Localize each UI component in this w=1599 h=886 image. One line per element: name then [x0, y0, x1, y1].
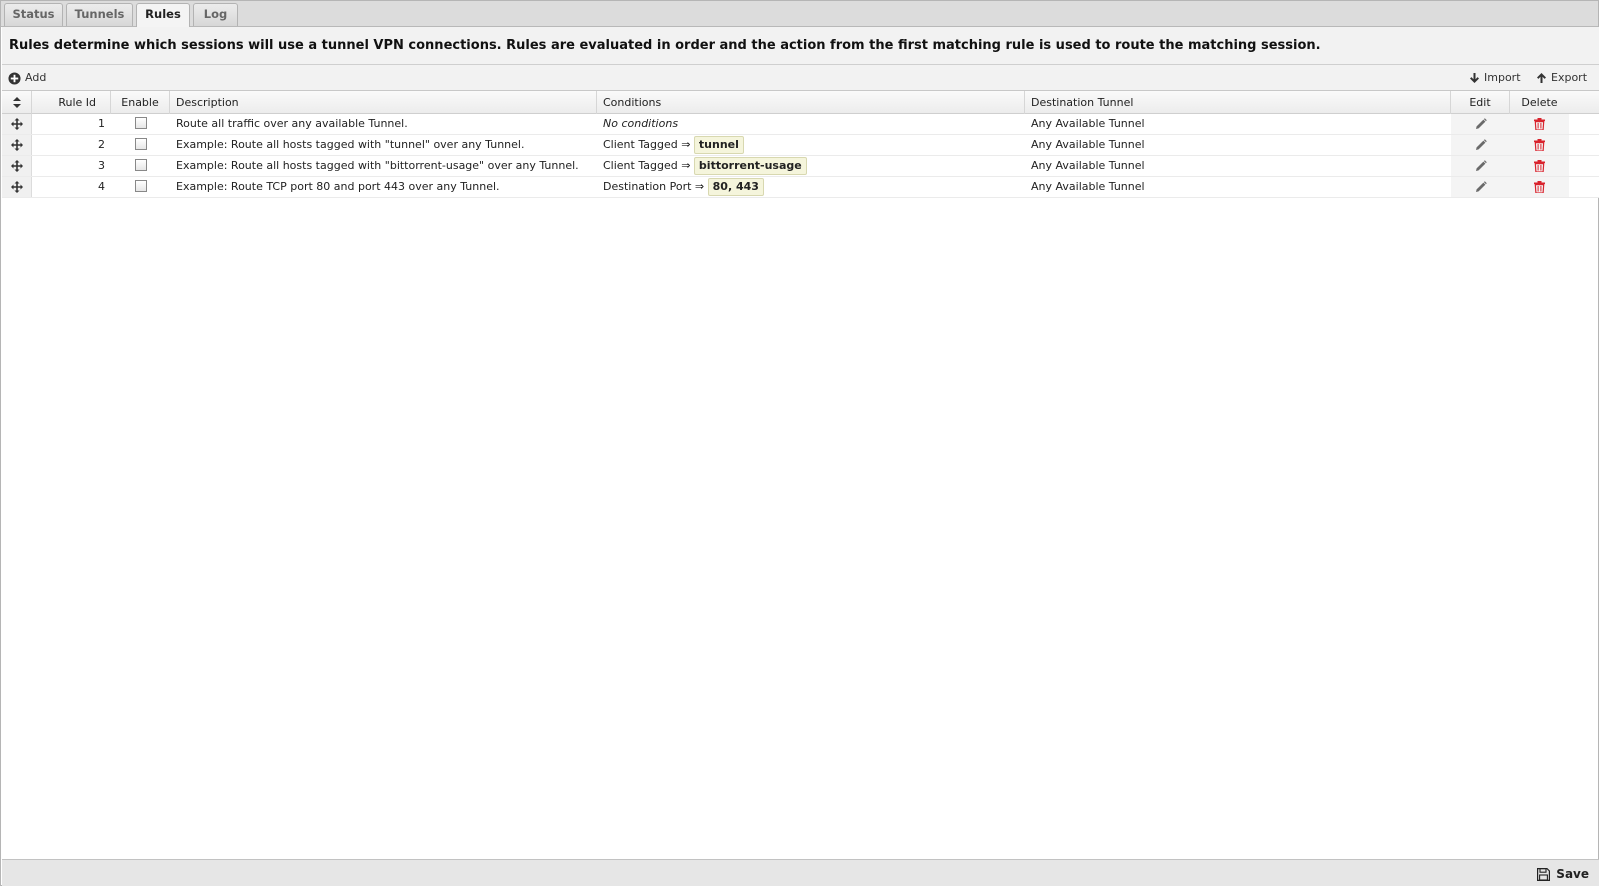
enable-checkbox-cell: [111, 156, 170, 176]
condition-value: tunnel: [693, 136, 744, 154]
rule-description: Example: Route all hosts tagged with "bi…: [176, 159, 579, 172]
footer-bar: Save: [2, 859, 1599, 886]
delete-cell: [1510, 156, 1569, 176]
rule-description: Example: Route all hosts tagged with "tu…: [176, 138, 525, 151]
tab-log[interactable]: Log: [193, 3, 238, 26]
drag-handle[interactable]: [2, 114, 32, 134]
move-icon: [10, 181, 23, 193]
rules-description: Rules determine which sessions will use …: [2, 27, 1599, 65]
enable-checkbox[interactable]: [134, 117, 147, 129]
tab-bar: Status Tunnels Rules Log: [1, 1, 1598, 27]
edit-cell: [1451, 177, 1510, 197]
grid-header: Rule Id Enable Description Conditions De…: [2, 91, 1599, 114]
trash-icon: [1534, 139, 1545, 152]
save-button[interactable]: Save: [1537, 864, 1589, 884]
app-window: Status Tunnels Rules Log Rules determine…: [0, 0, 1599, 886]
edit-cell: [1451, 114, 1510, 134]
enable-checkbox[interactable]: [134, 138, 147, 150]
plus-circle-icon: [8, 71, 21, 85]
edit-cell: [1451, 135, 1510, 155]
table-row: 3 Example: Route all hosts tagged with "…: [2, 156, 1599, 177]
enable-checkbox-cell: [111, 177, 170, 197]
drag-handle[interactable]: [2, 177, 32, 197]
rule-id: 1: [98, 117, 105, 130]
rule-conditions: Client Tagged ⇒ tunnel: [597, 135, 1025, 155]
condition-label: Destination Port ⇒: [603, 180, 705, 193]
column-header-edit: Edit: [1451, 91, 1510, 114]
rule-description: Route all traffic over any available Tun…: [176, 117, 408, 130]
rule-id: 3: [98, 159, 105, 172]
edit-button[interactable]: [1475, 156, 1487, 176]
rule-destination: Any Available Tunnel: [1031, 138, 1145, 151]
column-header-enable[interactable]: Enable: [111, 91, 170, 114]
import-label: Import: [1484, 71, 1521, 84]
rule-destination: Any Available Tunnel: [1031, 117, 1145, 130]
column-header-description[interactable]: Description: [170, 91, 597, 114]
pencil-icon: [1475, 160, 1487, 171]
delete-button[interactable]: [1534, 135, 1545, 155]
import-button[interactable]: Import: [1469, 69, 1521, 87]
pencil-icon: [1475, 181, 1487, 192]
grid-toolbar: Add Import Export: [2, 65, 1599, 91]
edit-button[interactable]: [1475, 177, 1487, 197]
enable-checkbox[interactable]: [134, 159, 147, 171]
panel-frame: Status Tunnels Rules Log Rules determine…: [0, 0, 1599, 886]
column-header-conditions[interactable]: Conditions: [597, 91, 1025, 114]
tab-tunnels[interactable]: Tunnels: [66, 3, 133, 26]
enable-checkbox-cell: [111, 135, 170, 155]
table-row: 4 Example: Route TCP port 80 and port 44…: [2, 177, 1599, 198]
tab-rules[interactable]: Rules: [136, 3, 190, 27]
trash-icon: [1534, 181, 1545, 194]
rule-conditions: Destination Port ⇒ 80, 443: [597, 177, 1025, 197]
tab-status[interactable]: Status: [4, 3, 63, 26]
rule-id: 2: [98, 138, 105, 151]
move-icon: [10, 139, 23, 151]
add-label: Add: [25, 71, 47, 84]
column-header-rule-id[interactable]: Rule Id: [32, 91, 111, 114]
delete-cell: [1510, 135, 1569, 155]
rule-conditions: No conditions: [597, 114, 1025, 134]
edit-button[interactable]: [1475, 135, 1487, 155]
rule-destination: Any Available Tunnel: [1031, 159, 1145, 172]
move-icon: [10, 118, 23, 130]
export-label: Export: [1551, 71, 1588, 84]
delete-button[interactable]: [1534, 114, 1545, 134]
floppy-disk-icon: [1537, 867, 1551, 881]
delete-button[interactable]: [1534, 177, 1545, 197]
pencil-icon: [1475, 139, 1487, 150]
condition-label: No conditions: [603, 117, 679, 130]
export-button[interactable]: Export: [1536, 69, 1587, 87]
edit-cell: [1451, 156, 1510, 176]
table-row: 2 Example: Route all hosts tagged with "…: [2, 135, 1599, 156]
save-label: Save: [1556, 867, 1589, 881]
arrow-down-icon: [1470, 73, 1479, 83]
condition-label: Client Tagged ⇒: [603, 159, 691, 172]
condition-value: bittorrent-usage: [693, 157, 807, 175]
enable-checkbox[interactable]: [134, 180, 147, 192]
trash-icon: [1534, 160, 1545, 173]
trash-icon: [1534, 118, 1545, 131]
add-button[interactable]: Add: [8, 69, 46, 87]
rule-id: 4: [98, 180, 105, 193]
table-row: 1 Route all traffic over any available T…: [2, 114, 1599, 135]
sort-column-header[interactable]: [2, 91, 32, 114]
condition-value: 80, 443: [707, 178, 764, 196]
drag-handle[interactable]: [2, 156, 32, 176]
delete-cell: [1510, 114, 1569, 134]
delete-button[interactable]: [1534, 156, 1545, 176]
sort-updown-icon: [12, 97, 21, 108]
rule-description: Example: Route TCP port 80 and port 443 …: [176, 180, 500, 193]
drag-handle[interactable]: [2, 135, 32, 155]
rule-destination: Any Available Tunnel: [1031, 180, 1145, 193]
condition-label: Client Tagged ⇒: [603, 138, 691, 151]
arrow-up-icon: [1537, 73, 1546, 83]
delete-cell: [1510, 177, 1569, 197]
pencil-icon: [1475, 118, 1487, 129]
rule-conditions: Client Tagged ⇒ bittorrent-usage: [597, 156, 1025, 176]
column-header-delete: Delete: [1521, 96, 1558, 109]
move-icon: [10, 160, 23, 172]
enable-checkbox-cell: [111, 114, 170, 134]
edit-button[interactable]: [1475, 114, 1487, 134]
column-header-destination[interactable]: Destination Tunnel: [1025, 91, 1451, 114]
